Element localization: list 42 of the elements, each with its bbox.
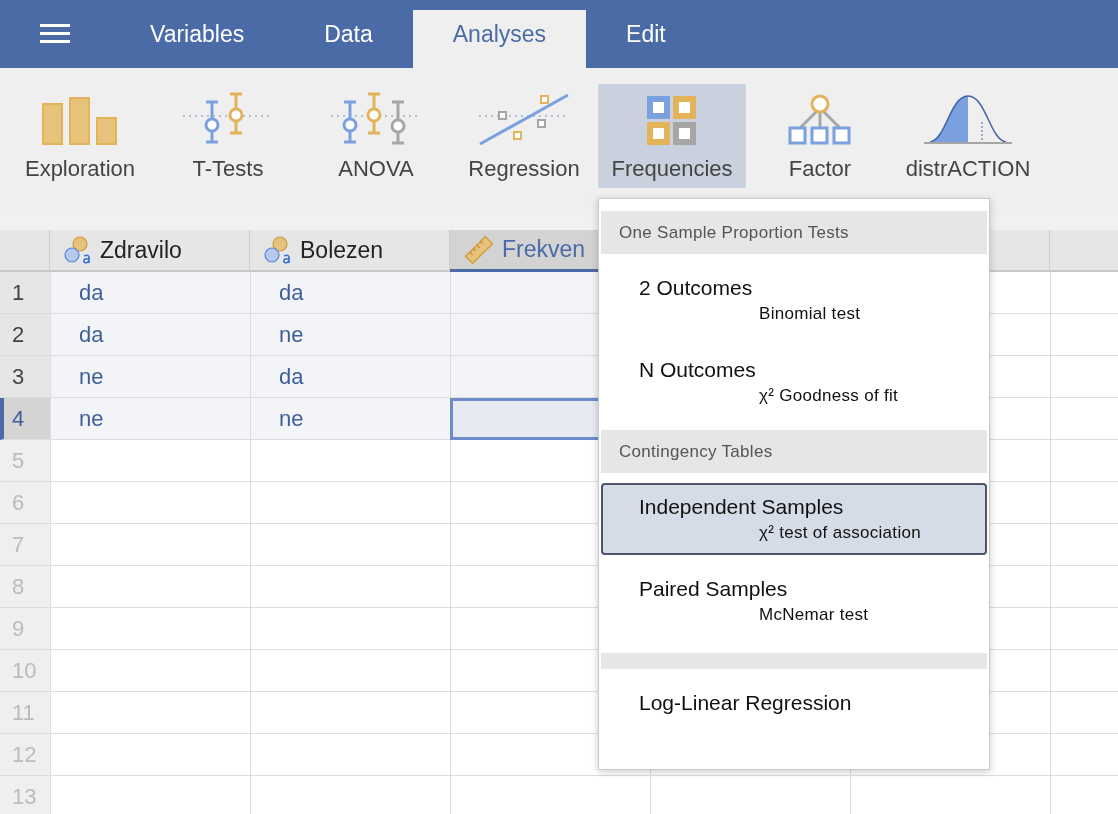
table-cell[interactable]: ne — [250, 314, 450, 356]
grid-squares-icon — [647, 96, 697, 146]
column-header[interactable]: Bolezen — [250, 230, 450, 272]
row-number: 4 — [0, 398, 50, 440]
menu-item[interactable]: Paired Samples McNemar test — [601, 565, 987, 637]
nominal-variable-icon — [264, 236, 292, 264]
column-name: Bolezen — [300, 236, 384, 264]
analysis-button[interactable]: T-Tests — [154, 84, 302, 188]
table-cell[interactable]: da — [250, 356, 450, 398]
column-header[interactable]: Zdravilo — [50, 230, 250, 272]
menu-icon — [40, 24, 70, 44]
menu-section-header: Contingency Tables — [601, 430, 987, 473]
row-number: 2 — [0, 314, 50, 356]
tab[interactable]: Data — [284, 10, 413, 68]
analysis-button[interactable]: Regression — [450, 84, 598, 188]
row-number: 1 — [0, 272, 50, 314]
tab[interactable]: Analyses — [412, 10, 587, 68]
bell-curve-icon — [922, 94, 1014, 146]
menu-item[interactable]: Log-Linear Regression — [601, 679, 987, 727]
analysis-button[interactable]: ANOVA — [302, 84, 450, 188]
tab[interactable]: Variables — [110, 10, 285, 68]
nominal-variable-icon — [64, 236, 92, 264]
table-cell[interactable]: ne — [50, 398, 250, 440]
analysis-button[interactable]: Exploration — [6, 84, 154, 188]
table-cell[interactable]: da — [50, 314, 250, 356]
table-cell[interactable]: ne — [50, 356, 250, 398]
column-name: Zdravilo — [100, 236, 182, 264]
menu-section-header: One Sample Proportion Tests — [601, 211, 987, 254]
scatter-plot-icon — [478, 92, 570, 146]
table-cell[interactable]: ne — [250, 398, 450, 440]
tab[interactable]: Edit — [586, 10, 706, 68]
analysis-button[interactable]: Factor — [746, 84, 894, 188]
menu-item[interactable]: N Outcomes χ² Goodness of fit — [601, 346, 987, 418]
hierarchy-icon — [788, 94, 852, 146]
table-cell[interactable]: da — [50, 272, 250, 314]
analysis-button[interactable]: distrACTION — [894, 84, 1042, 188]
menu-item[interactable]: Independent Samples χ² test of association — [601, 483, 987, 555]
table-cell[interactable]: da — [250, 272, 450, 314]
analysis-button[interactable]: Frequencies — [598, 84, 746, 188]
column-name: Frekven — [502, 236, 586, 263]
bar-chart-icon — [41, 96, 119, 146]
row-number: 3 — [0, 356, 50, 398]
